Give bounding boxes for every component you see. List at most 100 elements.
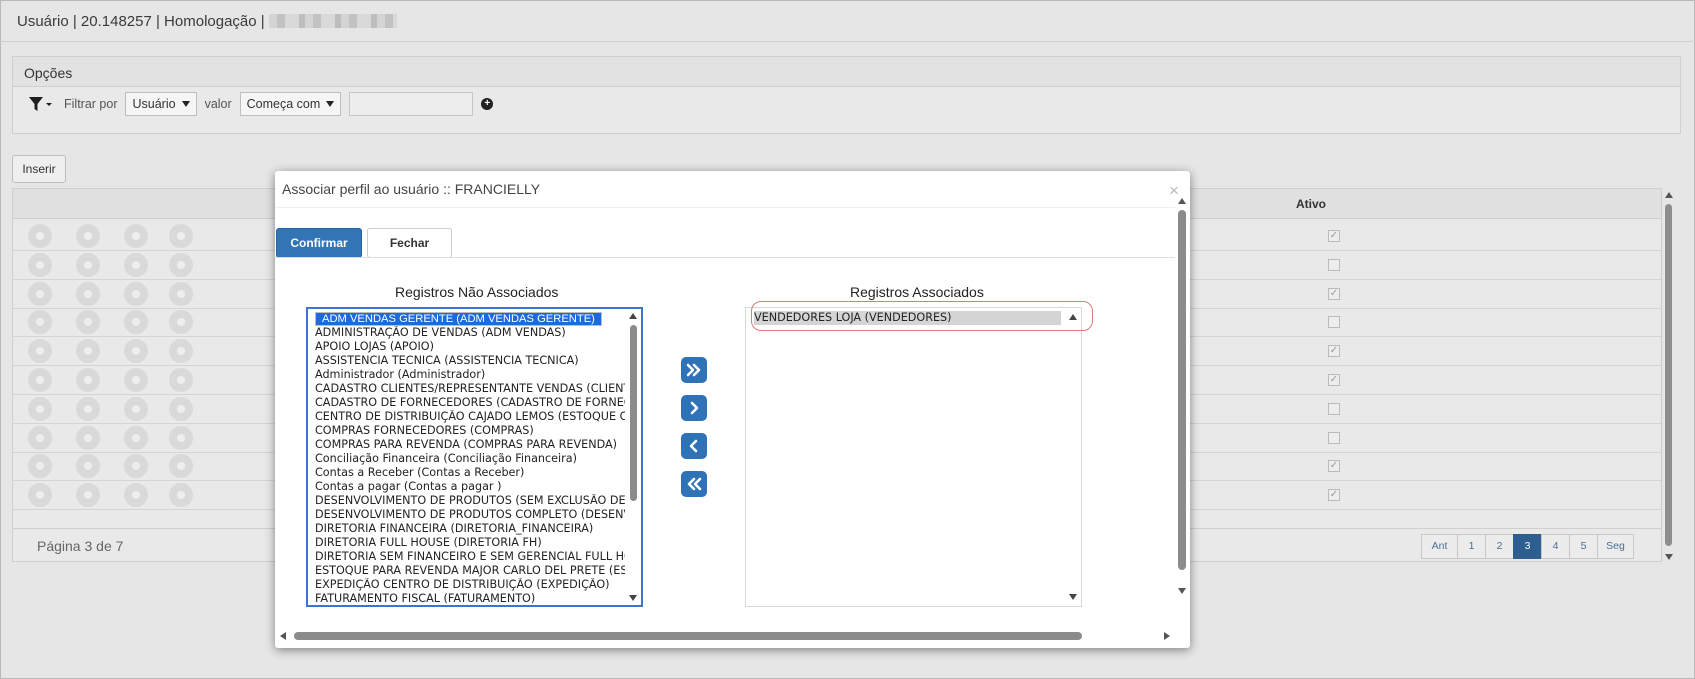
- ativo-checkbox[interactable]: [1328, 402, 1340, 415]
- modal-horizontal-scrollbar[interactable]: [275, 629, 1175, 643]
- scroll-down-icon[interactable]: [1178, 588, 1186, 594]
- scroll-thumb[interactable]: [294, 632, 1082, 640]
- unassociated-item[interactable]: ADM VENDAS GERENTE (ADM VENDAS GERENTE): [315, 312, 602, 326]
- ativo-checkbox[interactable]: ✓: [1328, 287, 1340, 300]
- gear-icon[interactable]: [124, 483, 148, 508]
- ativo-checkbox[interactable]: [1328, 431, 1340, 444]
- scroll-down-icon[interactable]: [1665, 554, 1673, 560]
- operator-select[interactable]: Começa com: [239, 92, 342, 116]
- page-button[interactable]: 2: [1485, 534, 1514, 559]
- unassociated-item[interactable]: DESENVOLVIMENTO DE PRODUTOS (SEM EXCLUSÃ…: [315, 494, 625, 508]
- scroll-up-icon[interactable]: [1665, 192, 1673, 198]
- gear-icon[interactable]: [124, 454, 148, 479]
- page-button[interactable]: Ant: [1421, 534, 1458, 559]
- unassociated-item[interactable]: DIRETORIA SEM FINANCEIRO E SEM GERENCIAL…: [315, 550, 625, 564]
- page-scrollbar[interactable]: [1662, 190, 1676, 562]
- search-icon[interactable]: [28, 396, 52, 421]
- listbox-scrollbar[interactable]: [1066, 308, 1081, 606]
- scroll-thumb[interactable]: [1178, 210, 1186, 570]
- move-right-button[interactable]: [681, 395, 707, 421]
- search-icon[interactable]: [28, 425, 52, 450]
- scroll-right-icon[interactable]: [1164, 632, 1170, 640]
- gear-icon[interactable]: [124, 281, 148, 306]
- page-button[interactable]: 1: [1457, 534, 1486, 559]
- scroll-thumb[interactable]: [1665, 204, 1672, 546]
- ativo-checkbox[interactable]: [1328, 316, 1340, 329]
- search-icon[interactable]: [28, 339, 52, 364]
- modal-vertical-scrollbar[interactable]: [1174, 196, 1190, 596]
- unassociated-item[interactable]: Conciliação Financeira (Conciliação Fina…: [315, 452, 625, 466]
- gear-icon[interactable]: [124, 310, 148, 335]
- scroll-up-icon[interactable]: [1178, 198, 1186, 204]
- associated-listbox[interactable]: VENDEDORES LOJA (VENDEDORES): [745, 307, 1082, 607]
- add-filter-icon[interactable]: +: [481, 98, 494, 110]
- pencil-icon[interactable]: [76, 425, 100, 450]
- unassociated-item[interactable]: CADASTRO DE FORNECEDORES (CADASTRO DE FO…: [315, 396, 625, 410]
- history-icon[interactable]: [169, 368, 193, 392]
- close-button[interactable]: Fechar: [367, 228, 452, 258]
- search-icon[interactable]: [28, 252, 52, 277]
- move-all-left-button[interactable]: [681, 471, 707, 497]
- ativo-checkbox[interactable]: ✓: [1328, 230, 1340, 242]
- page-button[interactable]: 5: [1569, 534, 1598, 559]
- unassociated-item[interactable]: Contas a Receber (Contas a Receber): [315, 466, 625, 480]
- insert-button[interactable]: Inserir: [12, 155, 66, 183]
- history-icon[interactable]: [169, 396, 193, 421]
- ativo-checkbox[interactable]: ✓: [1328, 345, 1340, 358]
- listbox-scrollbar[interactable]: [626, 309, 641, 605]
- history-icon[interactable]: [169, 483, 193, 508]
- pencil-icon[interactable]: [76, 281, 100, 306]
- history-icon[interactable]: [169, 339, 193, 364]
- unassociated-item[interactable]: COMPRAS FORNECEDORES (COMPRAS): [315, 424, 625, 438]
- unassociated-item[interactable]: APOIO LOJAS (APOIO): [315, 340, 625, 354]
- unassociated-item[interactable]: ESTOQUE PARA REVENDA MAJOR CARLO DEL PRE…: [315, 564, 625, 578]
- filter-field-select[interactable]: Usuário: [125, 92, 197, 116]
- search-icon[interactable]: [28, 454, 52, 479]
- scroll-down-icon[interactable]: [629, 595, 637, 601]
- filter-value-input[interactable]: [349, 92, 474, 116]
- gear-icon[interactable]: [124, 339, 148, 364]
- pencil-icon[interactable]: [76, 252, 100, 277]
- page-button[interactable]: 4: [1541, 534, 1570, 559]
- unassociated-item[interactable]: ASSISTENCIA TECNICA (ASSISTENCIA TECNICA…: [315, 354, 625, 368]
- unassociated-item[interactable]: COMPRAS PARA REVENDA (COMPRAS PARA REVEN…: [315, 438, 625, 452]
- unassociated-item[interactable]: EXPEDIÇÃO CENTRO DE DISTRIBUIÇÃO (EXPEDI…: [315, 578, 625, 592]
- scroll-down-icon[interactable]: [1069, 594, 1077, 600]
- ativo-checkbox[interactable]: ✓: [1328, 489, 1340, 502]
- pencil-icon[interactable]: [76, 396, 100, 421]
- unassociated-item[interactable]: Contas a pagar (Contas a pagar ): [315, 480, 625, 494]
- unassociated-item[interactable]: CENTRO DE DISTRIBUIÇÃO CAJADO LEMOS (EST…: [315, 410, 625, 424]
- gear-icon[interactable]: [124, 425, 148, 450]
- unassociated-item[interactable]: CADASTRO CLIENTES/REPRESENTANTE VENDAS (…: [315, 382, 625, 396]
- scroll-thumb[interactable]: [630, 325, 637, 501]
- confirm-button[interactable]: Confirmar: [276, 228, 362, 258]
- search-icon[interactable]: [28, 310, 52, 335]
- history-icon[interactable]: [169, 425, 193, 450]
- unassociated-item[interactable]: DIRETORIA FULL HOUSE (DIRETORIA FH): [315, 536, 625, 550]
- unassociated-item[interactable]: FATURAMENTO FISCAL (FATURAMENTO): [315, 592, 625, 605]
- history-icon[interactable]: [169, 454, 193, 479]
- pencil-icon[interactable]: [76, 224, 100, 248]
- search-icon[interactable]: [28, 368, 52, 392]
- unassociated-item[interactable]: ADMINISTRAÇÃO DE VENDAS (ADM VENDAS): [315, 326, 625, 340]
- filter-icon[interactable]: [28, 93, 56, 115]
- pencil-icon[interactable]: [76, 368, 100, 392]
- page-button[interactable]: 3: [1513, 534, 1542, 559]
- pencil-icon[interactable]: [76, 310, 100, 335]
- scroll-up-icon[interactable]: [629, 313, 637, 319]
- unassociated-item[interactable]: Financeiro Loja (Financeiro Loja): [315, 606, 625, 607]
- move-left-button[interactable]: [681, 433, 707, 459]
- unassociated-item[interactable]: DESENVOLVIMENTO DE PRODUTOS COMPLETO (DE…: [315, 508, 625, 522]
- pencil-icon[interactable]: [76, 454, 100, 479]
- scroll-left-icon[interactable]: [280, 632, 286, 640]
- unassociated-item[interactable]: DIRETORIA FINANCEIRA (DIRETORIA_FINANCEI…: [315, 522, 625, 536]
- gear-icon[interactable]: [124, 368, 148, 392]
- history-icon[interactable]: [169, 224, 193, 248]
- gear-icon[interactable]: [124, 224, 148, 248]
- history-icon[interactable]: [169, 310, 193, 335]
- history-icon[interactable]: [169, 252, 193, 277]
- search-icon[interactable]: [28, 281, 52, 306]
- history-icon[interactable]: [169, 281, 193, 306]
- ativo-checkbox[interactable]: [1328, 258, 1340, 271]
- gear-icon[interactable]: [124, 252, 148, 277]
